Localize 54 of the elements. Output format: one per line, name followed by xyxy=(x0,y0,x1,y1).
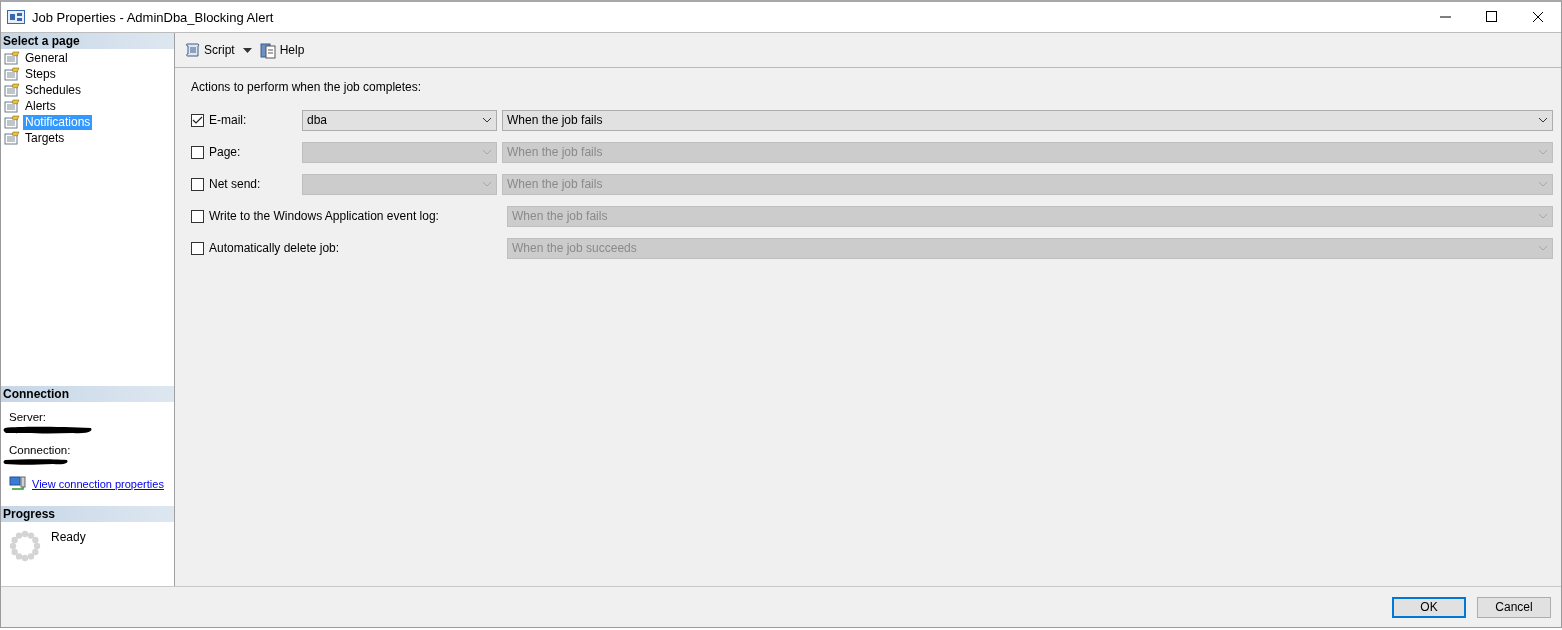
sidebar-item[interactable]: Targets xyxy=(23,130,67,146)
dropdown-caret-icon xyxy=(1538,213,1548,219)
progress-status: Ready xyxy=(51,530,86,546)
section-header: Progress xyxy=(1,506,174,522)
option-label: Page: xyxy=(209,145,242,159)
option-label: Automatically delete job: xyxy=(209,241,341,255)
help-button[interactable]: Help xyxy=(257,39,307,61)
page-icon xyxy=(4,115,20,129)
checkbox[interactable] xyxy=(191,177,204,191)
checkbox[interactable] xyxy=(191,241,204,255)
operator-dropdown[interactable]: dba xyxy=(302,109,497,131)
section-header: Connection xyxy=(1,386,174,402)
redaction-mark xyxy=(3,458,69,466)
window-title: Job Properties - AdminDba_Blocking Alert xyxy=(32,9,275,25)
sidebar-item[interactable]: Steps xyxy=(23,66,58,82)
dialog-button[interactable]: OK xyxy=(1392,596,1466,618)
page-icon xyxy=(4,67,20,81)
help-icon xyxy=(259,41,277,59)
section-header: Select a page xyxy=(1,33,174,49)
connection-label: Connection: xyxy=(9,443,72,457)
option-label: Write to the Windows Application event log: xyxy=(209,209,440,223)
dialog-button[interactable]: Cancel xyxy=(1477,596,1551,618)
dropdown-caret-icon xyxy=(482,149,492,155)
page-icon xyxy=(4,51,20,65)
sidebar-item[interactable]: General xyxy=(23,50,70,66)
dropdown-caret-icon xyxy=(1538,181,1548,187)
computer-network-icon xyxy=(9,476,26,492)
script-dropdown-button[interactable] xyxy=(240,45,254,55)
spinner-icon xyxy=(9,530,41,562)
maximize-icon xyxy=(1486,11,1498,23)
server-label: Server: xyxy=(9,410,48,424)
option-label: E-mail: xyxy=(209,113,248,127)
dropdown-caret-icon xyxy=(1538,149,1548,155)
dropdown-caret-icon xyxy=(1538,117,1548,123)
scroll-icon xyxy=(184,41,201,59)
dropdown-caret-icon xyxy=(482,117,492,123)
caret-icon xyxy=(242,47,252,53)
condition-dropdown[interactable]: When the job fails xyxy=(502,109,1553,131)
script-button[interactable]: Script xyxy=(182,39,237,61)
page-icon xyxy=(4,131,20,145)
dropdown-caret-icon xyxy=(482,181,492,187)
checkbox[interactable] xyxy=(191,209,204,223)
close-icon xyxy=(1532,11,1544,23)
window-icon xyxy=(7,10,25,24)
checkbox[interactable] xyxy=(191,113,204,127)
sidebar-item[interactable]: Schedules xyxy=(23,82,84,98)
page-icon xyxy=(4,99,20,113)
sidebar-item[interactable]: Alerts xyxy=(23,98,58,114)
view-connection-link[interactable]: View connection properties xyxy=(32,478,164,490)
checkbox[interactable] xyxy=(191,145,204,159)
option-label: Net send: xyxy=(209,177,262,191)
dropdown-caret-icon xyxy=(1538,245,1548,251)
section-heading: Actions to perform when the job completes: xyxy=(191,80,423,94)
page-icon xyxy=(4,83,20,97)
